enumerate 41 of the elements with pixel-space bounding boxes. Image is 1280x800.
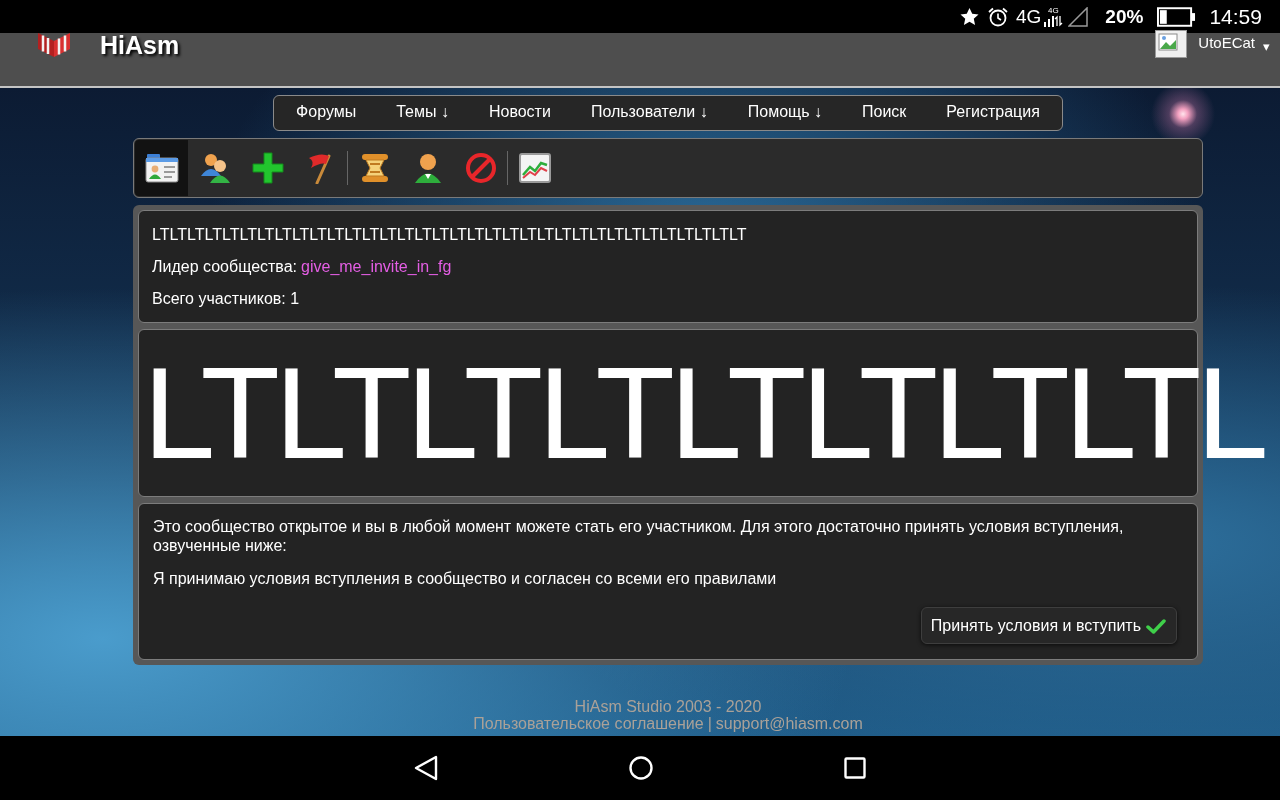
footer-separator: | [707,715,712,732]
nav-link[interactable]: Форумы [276,102,377,121]
join-terms: Я принимаю условия вступления в сообщество и согласен со всеми его правилами [153,569,778,588]
nav-link[interactable]: Новости [468,102,571,121]
id-card-icon [144,153,179,183]
signal-icon [1068,6,1089,27]
battery-icon [1157,6,1197,27]
battery-percent: 20% [1105,7,1144,26]
community-title: LTLTLTLTLTLTLTLTLTLTLTLTLTLTLTLTLTLTLTLTLTLTLTLTLTLTLTLTLTLTLTLTLTLT [152,225,748,244]
cube-icon [37,33,71,57]
site-name[interactable]: HiAsm [100,33,180,57]
nav-link[interactable]: Пользователи ↓ [570,102,728,121]
alarm-clock-icon [988,6,1008,27]
recents-icon[interactable] [844,757,866,779]
chart-icon [518,153,551,183]
star-icon [960,7,979,26]
join-description: Это сообщество открытое и вы в любой момент можете стать его участником. Для этого достаточно принять условия вступления, озвученные ниже: [153,517,1125,555]
dropdown-caret[interactable]: ▾ [1263,38,1270,56]
home-icon[interactable] [629,756,653,780]
network-type: 4G [1016,7,1042,26]
users-icon [198,152,231,184]
join-button[interactable]: Принять условия и вступить [920,607,1177,644]
nav-link[interactable]: Помощь ↓ [727,102,842,121]
check-icon [1146,617,1166,634]
clock-time: 14:59 [1209,6,1262,27]
broken-image-icon [1155,30,1188,58]
plus-icon [251,152,284,184]
forbidden-icon [464,152,497,184]
nav-link[interactable]: Темы ↓ [376,102,469,121]
nav-link[interactable]: Поиск [842,102,927,121]
network-detail: 4G [1048,6,1059,15]
back-icon[interactable] [414,755,438,781]
leader-label: Лидер сообщества: [152,257,298,276]
footer-copyright: HiAsm Studio 2003 - 2020 [574,698,762,715]
user-name[interactable]: UtoECat [1198,34,1255,52]
nav-link[interactable]: Регистрация [926,102,1060,121]
banner-text: LTLTLTLTLTLTLTLTL [143,348,1265,478]
leader-link[interactable]: give_me_invite_in_fg [301,257,452,276]
toolbar-button[interactable] [135,140,188,196]
member-count: Всего участников: 1 [152,289,301,308]
mobile-data-icon [1043,15,1064,27]
